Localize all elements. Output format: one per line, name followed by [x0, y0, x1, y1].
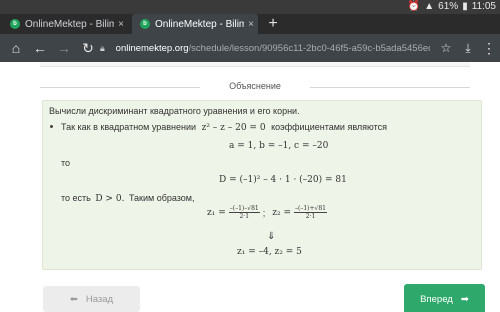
roots-result: z₁ = –4, z₂ = 5 [237, 247, 302, 257]
z2-fraction: –(–1)+√81 2·1 [294, 205, 327, 220]
home-icon[interactable]: ⌂ [6, 38, 26, 58]
tab-2[interactable]: b OnlineMektep - BilimLand × [132, 14, 258, 34]
z1-label: z₁ = [207, 207, 226, 218]
back-button-label: Назад [85, 293, 114, 305]
status-bar: ⏰ ▲ 61% ▮ 11:05 [0, 0, 500, 14]
arrow-right-icon: ➡ [460, 293, 469, 305]
z1-denominator: 2·1 [239, 213, 250, 220]
thus-suffix: Таким образом, [128, 193, 195, 203]
thus-prefix: то есть [61, 193, 91, 203]
clock: 11:05 [471, 1, 496, 12]
explanation-intro: Вычисли дискриминант квадратного уравнен… [49, 106, 300, 116]
url-host: onlinemektep.org [115, 42, 189, 54]
z2-numerator: –(–1)+√81 [294, 205, 327, 213]
previous-section-edge [40, 62, 470, 67]
tab-label: OnlineMektep - BilimLand [155, 18, 244, 30]
page-content: Объяснение Вычисли дискриминант квадратн… [0, 62, 500, 312]
tab-close-icon[interactable]: × [244, 19, 258, 30]
arrow-left-icon: ⬅ [69, 293, 78, 305]
roots-formula: z₁ = –(–1)–√81 2·1 ; z₂ = –(–1)+√81 2·1 [207, 205, 327, 220]
tab-strip: b OnlineMektep - BilimLand × b OnlineMek… [0, 14, 500, 34]
thus-condition: D > 0. [95, 194, 125, 204]
lock-icon: 🔒︎ [100, 42, 105, 53]
implies-arrow-icon: ⇓ [267, 231, 276, 242]
next-button-label: Вперед [420, 293, 453, 305]
z2-label: z₂ = [272, 207, 292, 218]
address-bar[interactable]: 🔒︎ onlinemektep.org /schedule/lesson/909… [100, 39, 430, 57]
z2-denominator: 2·1 [305, 213, 316, 220]
download-icon[interactable]: ⤓ [458, 38, 478, 58]
section-title: Объяснение [229, 81, 281, 91]
discriminant-formula: D = (–1)² – 4 · 1 · (–20) = 81 [219, 175, 347, 185]
explanation-line-thus: то есть D > 0. Таким образом, [61, 193, 195, 204]
coef-text: коэффициентами являются [271, 122, 387, 132]
z1-fraction: –(–1)–√81 2·1 [228, 205, 260, 220]
tab-label: OnlineMektep - BilimLand [25, 18, 114, 30]
coefficients: a = 1, b = –1, c = –20 [229, 141, 329, 151]
equation: z² – z – 20 = 0 [201, 123, 266, 133]
battery-icon: ▮ [462, 1, 468, 12]
back-icon[interactable]: ← [30, 38, 50, 58]
tab-1[interactable]: b OnlineMektep - BilimLand × [2, 14, 128, 34]
alarm-icon: ⏰ [407, 1, 421, 12]
url-path: /schedule/lesson/90956c11-2bc0-46f5-a59c… [188, 42, 430, 54]
section-header: Объяснение [40, 80, 470, 94]
browser-toolbar: ⌂ ← → ↻ 🔒︎ onlinemektep.org /schedule/le… [0, 34, 500, 62]
separator: ; [262, 207, 266, 218]
z1-numerator: –(–1)–√81 [228, 205, 260, 213]
status-indicators: ⏰ ▲ 61% ▮ 11:05 [408, 1, 496, 13]
menu-icon[interactable]: ⋮ [479, 38, 499, 58]
back-button[interactable]: ⬅ Назад [43, 286, 140, 312]
site-favicon-icon: b [140, 19, 150, 29]
divider [310, 87, 470, 88]
next-button[interactable]: Вперед ➡ [404, 284, 485, 312]
bullet-text: Так как в квадратном уравнении [61, 122, 197, 132]
forward-icon[interactable]: → [54, 38, 74, 58]
then-text: то [61, 158, 71, 168]
battery-level: 61% [438, 1, 459, 12]
explanation-line-1: Так как в квадратном уравнении z² – z – … [61, 122, 387, 133]
new-tab-button[interactable]: + [264, 15, 282, 33]
tab-close-icon[interactable]: × [114, 19, 128, 30]
bullet-icon [50, 125, 53, 128]
star-icon[interactable]: ☆ [436, 38, 456, 58]
site-favicon-icon: b [10, 19, 20, 29]
explanation-box: Вычисли дискриминант квадратного уравнен… [42, 100, 482, 270]
reload-icon[interactable]: ↻ [78, 38, 98, 58]
signal-icon: ▲ [424, 1, 435, 12]
divider [40, 87, 200, 88]
